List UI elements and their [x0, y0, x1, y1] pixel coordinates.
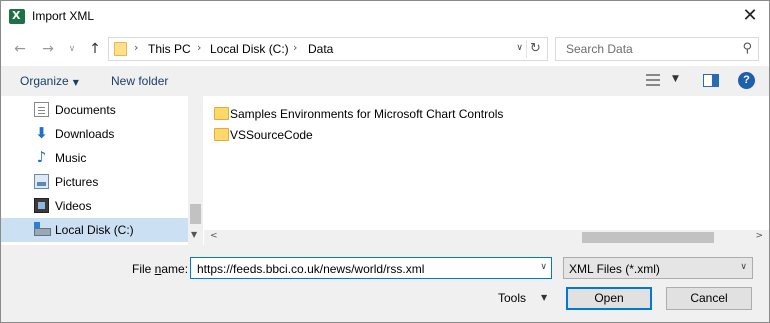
scroll-right-icon[interactable]: > — [755, 231, 763, 241]
up-arrow-icon[interactable]: ↑ — [86, 40, 104, 58]
recent-locations-chevron-icon[interactable]: ∨ — [63, 40, 81, 58]
breadcrumb-separator[interactable]: › — [134, 41, 138, 54]
file-name-combobox[interactable]: ∨ — [190, 257, 552, 279]
breadcrumb-separator[interactable]: › — [197, 41, 201, 54]
pictures-icon — [34, 174, 49, 189]
nav-item-label: Local Disk (C:) — [55, 223, 134, 237]
help-icon[interactable]: ? — [738, 72, 755, 89]
close-icon[interactable]: ✕ — [739, 5, 761, 27]
file-list-horizontal-scrollbar[interactable]: < > — [204, 230, 769, 245]
caret-down-icon: ▼ — [72, 78, 79, 87]
breadcrumb-separator[interactable]: › — [293, 41, 297, 54]
scrollbar-thumb[interactable] — [582, 232, 714, 243]
back-arrow-icon[interactable]: ← — [11, 40, 29, 58]
organize-button[interactable]: Organize ▼ — [20, 74, 79, 88]
tools-button[interactable]: Tools — [498, 291, 526, 305]
new-folder-button[interactable]: New folder — [111, 74, 168, 88]
documents-icon — [34, 102, 49, 117]
breadcrumb-local-disk[interactable]: Local Disk (C:) — [210, 42, 289, 56]
music-icon: ♪ — [36, 148, 47, 166]
breadcrumb-data[interactable]: Data — [308, 42, 333, 56]
nav-item-label: Documents — [55, 103, 116, 117]
folder-icon — [114, 42, 127, 56]
nav-item-videos[interactable]: Videos — [1, 194, 188, 218]
navigation-pane: Documents ⬇ Downloads ♪ Music Pictures V… — [1, 96, 203, 245]
title-bar: Import XML ✕ — [1, 1, 769, 32]
command-bar: Organize ▼ New folder ▼ ? — [1, 66, 769, 96]
nav-item-documents[interactable]: Documents — [1, 98, 188, 122]
tools-caret-icon[interactable]: ▼ — [541, 293, 547, 302]
scrollbar-thumb[interactable] — [190, 204, 201, 224]
local-disk-icon — [34, 222, 51, 237]
file-list: Samples Environments for Microsoft Chart… — [204, 96, 769, 245]
search-box[interactable]: ⚲ — [555, 37, 759, 61]
excel-app-icon — [9, 9, 25, 24]
file-item-name: Samples Environments for Microsoft Chart… — [230, 107, 504, 121]
file-type-chevron-icon[interactable]: ∨ — [740, 262, 747, 272]
preview-pane-icon[interactable] — [703, 74, 719, 87]
videos-icon — [34, 198, 49, 213]
nav-item-label: Music — [55, 151, 87, 165]
nav-pane-scrollbar[interactable]: ▼ — [188, 96, 203, 245]
nav-item-label: Downloads — [55, 127, 115, 141]
forward-arrow-icon[interactable]: → — [39, 40, 57, 58]
address-dropdown-chevron-icon[interactable]: ∨ — [516, 43, 523, 53]
import-xml-dialog: Import XML ✕ ← → ∨ ↑ › This PC › Local D… — [0, 0, 770, 323]
folder-icon — [214, 107, 229, 120]
search-icon[interactable]: ⚲ — [742, 41, 752, 56]
file-name-field[interactable] — [195, 261, 525, 276]
view-options-caret-icon[interactable]: ▼ — [672, 74, 679, 84]
nav-item-music[interactable]: ♪ Music — [1, 146, 188, 170]
folder-icon — [214, 128, 229, 141]
nav-item-pictures[interactable]: Pictures — [1, 170, 188, 194]
file-type-value: XML Files (*.xml) — [569, 262, 660, 276]
search-input[interactable] — [564, 41, 724, 57]
scroll-down-icon[interactable]: ▼ — [191, 230, 197, 239]
address-bar[interactable]: › This PC › Local Disk (C:) › Data ∨ ↻ — [108, 37, 548, 61]
file-name-label-part: File — [132, 262, 155, 276]
breadcrumb-this-pc[interactable]: This PC — [148, 42, 191, 56]
file-name-label: File name: — [132, 262, 188, 276]
nav-item-label: Videos — [55, 199, 92, 213]
refresh-icon[interactable]: ↻ — [526, 40, 544, 58]
dialog-footer: File name: ∨ XML Files (*.xml) ∨ Tools ▼… — [1, 245, 769, 322]
nav-item-local-disk[interactable]: Local Disk (C:) — [1, 218, 188, 242]
window-title: Import XML — [32, 9, 95, 23]
nav-item-downloads[interactable]: ⬇ Downloads — [1, 122, 188, 146]
file-name-dropdown-chevron-icon[interactable]: ∨ — [540, 262, 547, 272]
file-item-name: VSSourceCode — [230, 128, 313, 142]
content-area: Documents ⬇ Downloads ♪ Music Pictures V… — [1, 96, 769, 245]
open-button[interactable]: Open — [566, 287, 652, 310]
downloads-icon: ⬇ — [35, 124, 48, 142]
nav-item-label: Pictures — [55, 175, 99, 189]
navigation-bar: ← → ∨ ↑ › This PC › Local Disk (C:) › Da… — [1, 32, 769, 66]
file-type-select[interactable]: XML Files (*.xml) ∨ — [563, 257, 753, 279]
scroll-left-icon[interactable]: < — [210, 231, 218, 241]
cancel-button[interactable]: Cancel — [666, 287, 752, 310]
view-options-icon[interactable] — [646, 72, 668, 88]
file-name-label-part: ame: — [161, 262, 189, 276]
organize-label: Organize — [20, 74, 69, 88]
